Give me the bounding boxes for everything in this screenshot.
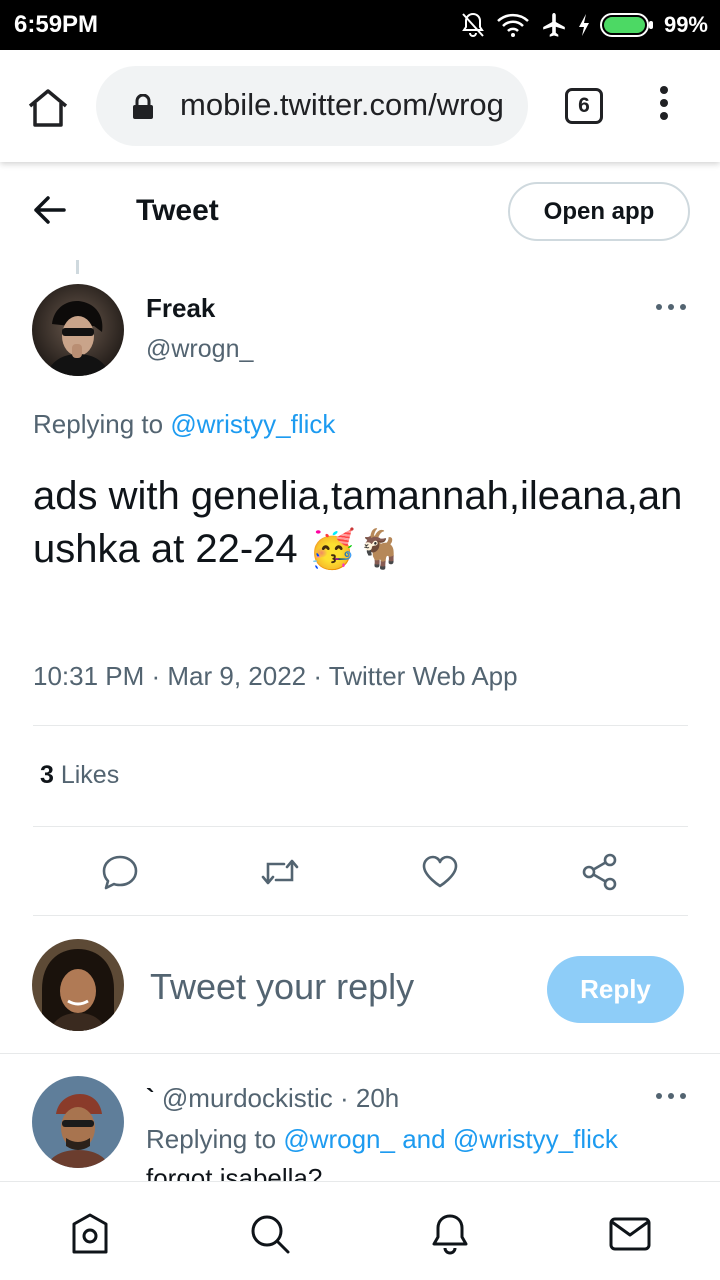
open-app-button[interactable]: Open app xyxy=(508,182,690,241)
likes-label: Likes xyxy=(53,761,120,789)
lock-icon xyxy=(133,94,153,119)
retweet-icon[interactable] xyxy=(260,852,300,892)
browser-toolbar: mobile.twitter.com/wrogn_ 6 xyxy=(0,50,720,162)
author-name[interactable]: Freak xyxy=(146,293,215,324)
overflow-menu-icon[interactable] xyxy=(654,86,674,126)
like-icon[interactable] xyxy=(420,852,460,892)
notifications-icon[interactable] xyxy=(428,1212,472,1256)
replying-to-link[interactable]: @wristyy_flick xyxy=(453,1124,618,1154)
home-icon[interactable] xyxy=(68,1212,112,1256)
address-bar[interactable]: mobile.twitter.com/wrogn_ xyxy=(96,66,528,146)
tweet-header: Tweet Open app xyxy=(0,162,720,258)
reply-author[interactable]: ` @murdockistic · 20h xyxy=(146,1083,399,1114)
thread-line xyxy=(76,260,79,274)
share-icon[interactable] xyxy=(580,852,620,892)
reply-replying-to: Replying to @wrogn_ and @wristyy_flick xyxy=(146,1124,618,1155)
status-icons: 99% xyxy=(460,9,708,41)
bottom-nav xyxy=(0,1181,720,1280)
replying-prefix: Replying to xyxy=(146,1124,284,1154)
likes-number: 3 xyxy=(40,761,54,789)
replying-to-link[interactable]: @wristyy_flick xyxy=(170,409,335,439)
page-title: Tweet xyxy=(136,194,219,227)
replying-to: Replying to @wristyy_flick xyxy=(33,409,335,440)
reply-icon[interactable] xyxy=(100,852,140,892)
messages-icon[interactable] xyxy=(608,1212,652,1256)
tweet-timestamp[interactable]: 10:31 PM · Mar 9, 2022 · Twitter Web App xyxy=(33,661,518,692)
user-avatar[interactable] xyxy=(32,939,124,1031)
author-handle[interactable]: @wrogn_ xyxy=(146,335,253,364)
battery-percent: 99% xyxy=(663,12,708,37)
back-arrow-icon[interactable] xyxy=(30,192,70,228)
reply-button[interactable]: Reply xyxy=(547,956,684,1023)
divider xyxy=(33,915,688,916)
wifi-icon xyxy=(497,13,529,37)
replying-to-link[interactable]: @wrogn_ xyxy=(283,1124,395,1154)
search-icon[interactable] xyxy=(248,1212,292,1256)
reply-text: forgot isabella? xyxy=(146,1163,323,1181)
more-options-icon[interactable] xyxy=(656,1093,686,1103)
avatar[interactable] xyxy=(32,1076,124,1168)
tweet-emojis: 🥳🐐 xyxy=(308,529,404,571)
divider xyxy=(0,1053,720,1054)
airplane-icon xyxy=(543,13,565,37)
tab-switcher-button[interactable]: 6 xyxy=(565,88,603,124)
battery-icon xyxy=(599,13,653,37)
replying-prefix: Replying to xyxy=(33,409,171,439)
divider xyxy=(33,725,688,726)
url-text[interactable]: mobile.twitter.com/wrogn_ xyxy=(180,87,506,123)
home-icon[interactable] xyxy=(26,86,70,130)
bell-muted-icon xyxy=(462,12,484,37)
avatar[interactable] xyxy=(32,284,124,376)
charging-bolt-icon xyxy=(578,14,589,36)
likes-count[interactable]: 3 Likes xyxy=(40,761,119,790)
replying-join: and xyxy=(394,1124,453,1154)
reply-input[interactable]: Tweet your reply xyxy=(150,966,414,1008)
divider xyxy=(33,826,688,827)
status-time: 6:59PM xyxy=(14,11,99,38)
reply-handle-time: @murdockistic · 20h xyxy=(154,1083,400,1113)
reply-display-name: ` xyxy=(146,1083,155,1113)
tweet-text: ads with genelia,tamannah,ileana,anushka… xyxy=(33,470,693,577)
status-bar: 6:59PM 99% xyxy=(0,0,720,50)
more-options-icon[interactable] xyxy=(656,304,686,314)
